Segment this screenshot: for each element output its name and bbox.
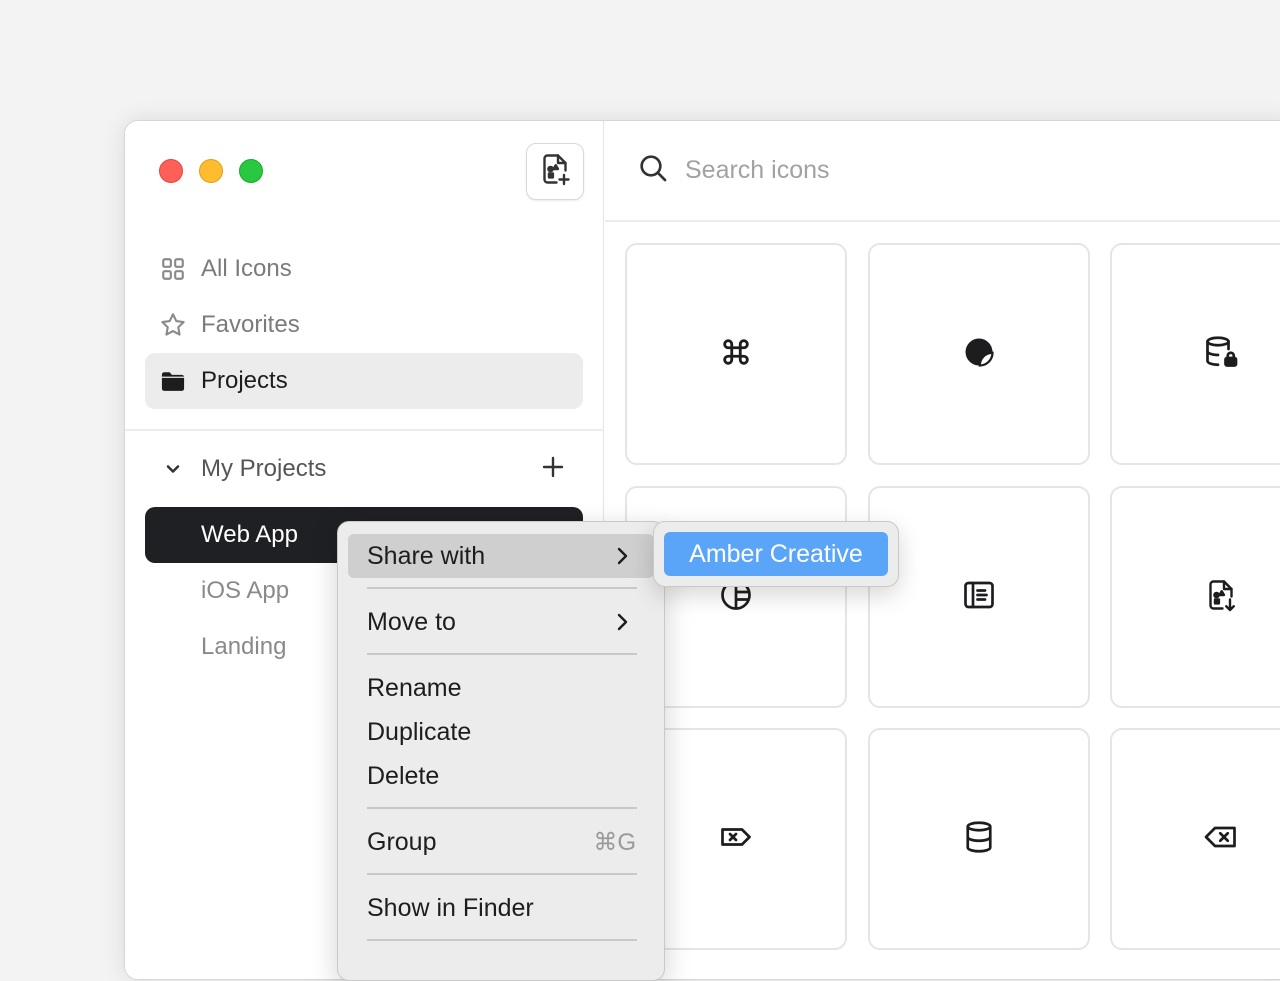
chevron-right-icon bbox=[610, 610, 634, 634]
menu-item-duplicate[interactable]: Duplicate bbox=[348, 710, 654, 754]
search-bar bbox=[605, 121, 1280, 222]
menu-item-label: Show in Finder bbox=[367, 893, 534, 922]
database-lock-icon bbox=[1203, 334, 1239, 375]
menu-item-share-with[interactable]: Share with bbox=[348, 534, 654, 578]
menu-separator bbox=[367, 807, 637, 809]
icon-tile-sidebar-list[interactable] bbox=[868, 486, 1090, 708]
keyboard-shortcut: ⌘G bbox=[593, 828, 636, 856]
sticker-icon bbox=[961, 334, 997, 375]
sidebar-item-projects[interactable]: Projects bbox=[145, 353, 583, 409]
project-label: Landing bbox=[201, 633, 287, 660]
chevron-down-icon[interactable] bbox=[159, 455, 187, 483]
submenu-item-amber-creative[interactable]: Amber Creative bbox=[664, 532, 888, 576]
sidebar-list-icon bbox=[961, 577, 997, 618]
backspace-icon bbox=[1203, 819, 1239, 860]
menu-item-label: Rename bbox=[367, 673, 462, 702]
menu-separator bbox=[367, 939, 637, 941]
sidebar-item-all-icons[interactable]: All Icons bbox=[145, 241, 583, 297]
section-title: My Projects bbox=[201, 455, 327, 482]
sidebar-item-favorites[interactable]: Favorites bbox=[145, 297, 583, 353]
my-projects-section-header[interactable]: My Projects bbox=[145, 441, 583, 497]
close-window-button[interactable] bbox=[159, 159, 183, 183]
add-project-button[interactable] bbox=[537, 453, 569, 485]
file-shapes-download-icon bbox=[1203, 577, 1239, 618]
plus-icon bbox=[541, 455, 565, 484]
menu-item-label: Share with bbox=[367, 541, 486, 570]
sidebar-item-label: Projects bbox=[201, 367, 288, 394]
tag-x-icon bbox=[718, 819, 754, 860]
context-menu: Share with Move to Rename Duplicate Dele… bbox=[337, 521, 665, 981]
sidebar-divider bbox=[125, 429, 604, 431]
icon-tile-backspace[interactable] bbox=[1110, 728, 1280, 950]
menu-item-group[interactable]: Group ⌘G bbox=[348, 820, 654, 864]
icon-tile-command[interactable] bbox=[625, 243, 847, 465]
menu-item-label: Duplicate bbox=[367, 717, 472, 746]
database-icon bbox=[961, 819, 997, 860]
sidebar-item-label: Favorites bbox=[201, 311, 300, 338]
menu-item-label: Group bbox=[367, 827, 437, 856]
zoom-window-button[interactable] bbox=[239, 159, 263, 183]
new-icon-file-button[interactable] bbox=[526, 143, 584, 200]
minimize-window-button[interactable] bbox=[199, 159, 223, 183]
project-label: Web App bbox=[201, 521, 298, 548]
command-icon bbox=[719, 335, 753, 374]
submenu-item-label: Amber Creative bbox=[689, 539, 863, 568]
grid-icon bbox=[159, 255, 187, 283]
search-icon bbox=[637, 152, 669, 189]
star-icon bbox=[159, 311, 187, 339]
icon-tile-database[interactable] bbox=[868, 728, 1090, 950]
icon-tile-sticker[interactable] bbox=[868, 243, 1090, 465]
chevron-right-icon bbox=[610, 544, 634, 568]
menu-separator bbox=[367, 873, 637, 875]
menu-separator bbox=[367, 587, 637, 589]
share-with-submenu: Amber Creative bbox=[653, 521, 899, 587]
icon-tile-file-shapes-download[interactable] bbox=[1110, 486, 1280, 708]
project-label: iOS App bbox=[201, 577, 290, 604]
icon-tile-database-lock[interactable] bbox=[1110, 243, 1280, 465]
file-shapes-plus-icon bbox=[537, 151, 573, 192]
menu-item-label: Move to bbox=[367, 607, 456, 636]
menu-item-show-in-finder[interactable]: Show in Finder bbox=[348, 886, 654, 930]
menu-item-rename[interactable]: Rename bbox=[348, 666, 654, 710]
folder-icon bbox=[159, 367, 187, 395]
sidebar-item-label: All Icons bbox=[201, 255, 292, 282]
menu-item-delete[interactable]: Delete bbox=[348, 754, 654, 798]
menu-item-label: Delete bbox=[367, 761, 440, 790]
menu-item-move-to[interactable]: Move to bbox=[348, 600, 654, 644]
menu-separator bbox=[367, 653, 637, 655]
search-input[interactable] bbox=[683, 155, 1103, 186]
